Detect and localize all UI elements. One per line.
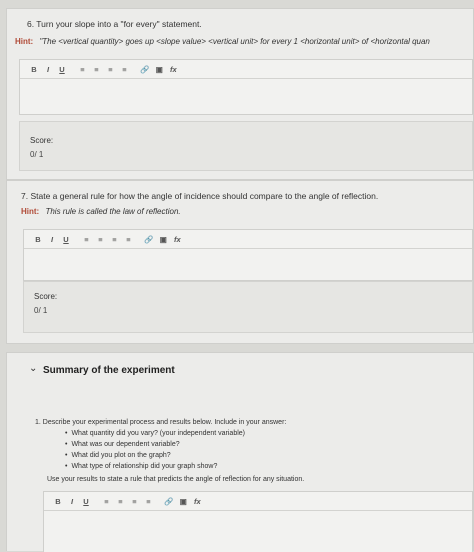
score-value: 0/ 1 (30, 150, 44, 159)
ordered-list-icon[interactable]: ≡ (82, 235, 90, 244)
editor-toolbar: B I U ≡ ≡ ≡ ≡ 🔗 ▣ fx (24, 230, 472, 249)
image-icon[interactable]: ▣ (159, 235, 167, 244)
score-value: 0/ 1 (34, 306, 48, 315)
summary-section: ⌄ Summary of the experiment 1. Describe … (6, 352, 474, 552)
editor-toolbar: B I U ≡ ≡ ≡ ≡ 🔗 ▣ fx (44, 492, 472, 511)
image-icon[interactable]: ▣ (179, 497, 187, 506)
italic-button[interactable]: I (48, 235, 56, 244)
outdent-icon[interactable]: ≡ (144, 497, 152, 506)
list-item: What type of relationship did your graph… (65, 463, 245, 474)
italic-button[interactable]: I (44, 65, 52, 74)
indent-icon[interactable]: ≡ (130, 497, 138, 506)
underline-button[interactable]: U (62, 235, 70, 244)
question-6-card: 6. Turn your slope into a "for every" st… (6, 8, 474, 180)
indent-icon[interactable]: ≡ (110, 235, 118, 244)
question-7-answer-editor[interactable]: B I U ≡ ≡ ≡ ≡ 🔗 ▣ fx (23, 229, 473, 281)
ordered-list-icon[interactable]: ≡ (102, 497, 110, 506)
question-7-score-box: Score: 0/ 1 (23, 281, 473, 333)
list-item: What did you plot on the graph? (65, 452, 245, 463)
unordered-list-icon[interactable]: ≡ (116, 497, 124, 506)
question-7-text: 7. State a general rule for how the angl… (21, 191, 379, 201)
link-icon[interactable]: 🔗 (144, 235, 153, 244)
hint-label: Hint: (21, 207, 40, 216)
ordered-list-icon[interactable]: ≡ (78, 65, 86, 74)
question-6-text: 6. Turn your slope into a "for every" st… (27, 19, 202, 29)
link-icon[interactable]: 🔗 (164, 497, 173, 506)
summary-answer-editor[interactable]: B I U ≡ ≡ ≡ ≡ 🔗 ▣ fx (43, 491, 473, 552)
bold-button[interactable]: B (30, 65, 38, 74)
link-icon[interactable]: 🔗 (140, 65, 149, 74)
bold-button[interactable]: B (54, 497, 62, 506)
indent-icon[interactable]: ≡ (106, 65, 114, 74)
chevron-down-icon[interactable]: ⌄ (29, 363, 37, 374)
question-6-hint: Hint: "The <vertical quantity> goes up <… (15, 37, 430, 46)
list-item: What was our dependent variable? (65, 441, 245, 452)
summary-closing: Use your results to state a rule that pr… (47, 476, 305, 483)
summary-bullet-list: What quantity did you vary? (your indepe… (65, 430, 245, 474)
score-label: Score: (34, 292, 58, 301)
underline-button[interactable]: U (82, 497, 90, 506)
question-7-hint: Hint: This rule is called the law of ref… (21, 207, 181, 216)
image-icon[interactable]: ▣ (155, 65, 163, 74)
bold-button[interactable]: B (34, 235, 42, 244)
hint-text: This rule is called the law of reflectio… (45, 207, 181, 216)
italic-button[interactable]: I (68, 497, 76, 506)
unordered-list-icon[interactable]: ≡ (96, 235, 104, 244)
unordered-list-icon[interactable]: ≡ (92, 65, 100, 74)
outdent-icon[interactable]: ≡ (120, 65, 128, 74)
hint-label: Hint: (15, 37, 34, 46)
formula-icon[interactable]: fx (193, 497, 201, 506)
summary-title[interactable]: Summary of the experiment (43, 365, 175, 376)
summary-q1-intro: 1. Describe your experimental process an… (35, 419, 287, 426)
question-7-card: 7. State a general rule for how the angl… (6, 180, 474, 344)
hint-text: "The <vertical quantity> goes up <slope … (39, 37, 430, 46)
formula-icon[interactable]: fx (169, 65, 177, 74)
score-label: Score: (30, 136, 54, 145)
list-item: What quantity did you vary? (your indepe… (65, 430, 245, 441)
question-6-answer-editor[interactable]: B I U ≡ ≡ ≡ ≡ 🔗 ▣ fx (19, 59, 473, 115)
formula-icon[interactable]: fx (173, 235, 181, 244)
editor-toolbar: B I U ≡ ≡ ≡ ≡ 🔗 ▣ fx (20, 60, 472, 79)
outdent-icon[interactable]: ≡ (124, 235, 132, 244)
underline-button[interactable]: U (58, 65, 66, 74)
question-6-score-box: Score: 0/ 1 (19, 121, 473, 171)
